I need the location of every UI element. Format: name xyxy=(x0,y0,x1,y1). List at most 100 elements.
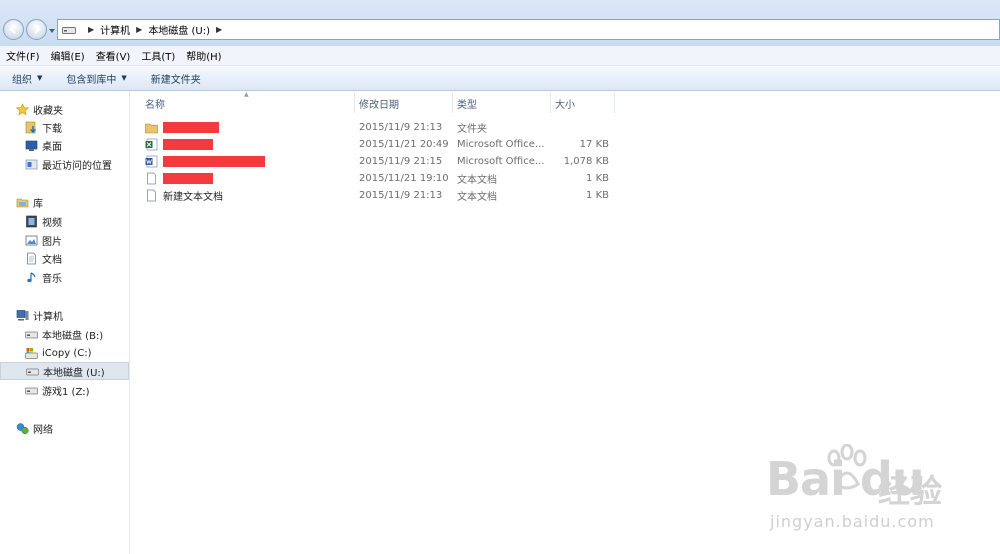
file-type: Microsoft Office... xyxy=(457,156,545,167)
desktop-icon xyxy=(25,140,38,151)
file-date: 2015/11/9 21:15 xyxy=(359,156,443,167)
nav-favorites[interactable]: 收藏夹 xyxy=(0,100,129,118)
drive-icon xyxy=(25,387,38,394)
menu-help[interactable]: 帮助(H) xyxy=(186,48,221,63)
file-row[interactable]: 2015/11/9 21:15 Microsoft Office... 1,07… xyxy=(141,153,621,170)
breadcrumb-separator-icon[interactable]: ▶ xyxy=(216,25,222,34)
new-folder-label: 新建文件夹 xyxy=(150,74,201,86)
command-bar: 组织 ▼ 包含到库中 ▼ 新建文件夹 xyxy=(0,66,1000,91)
nav-network[interactable]: 网络 xyxy=(0,419,129,437)
nav-computer[interactable]: 计算机 xyxy=(0,306,129,324)
music-note-icon xyxy=(27,271,36,282)
organize-button[interactable]: 组织 ▼ xyxy=(12,71,42,86)
nav-libraries-label: 库 xyxy=(33,198,43,210)
file-date: 2015/11/9 21:13 xyxy=(359,190,443,201)
menu-tools[interactable]: 工具(T) xyxy=(141,48,175,63)
video-icon xyxy=(26,215,37,227)
nav-item-downloads-label: 下载 xyxy=(42,123,62,135)
download-folder-icon xyxy=(25,121,37,133)
document-icon xyxy=(27,252,36,264)
column-header-size[interactable]: 大小 xyxy=(551,93,615,113)
word-icon xyxy=(145,153,159,170)
text-file-icon xyxy=(145,187,159,204)
nav-item-drive-z-label: 游戏1 (Z:) xyxy=(42,386,90,398)
nav-item-videos[interactable]: 视频 xyxy=(0,212,129,230)
menu-view[interactable]: 查看(V) xyxy=(96,48,131,63)
include-in-library-button[interactable]: 包含到库中 ▼ xyxy=(66,71,126,86)
address-input[interactable]: ▶ 计算机 ▶ 本地磁盘 (U:) ▶ xyxy=(57,19,1000,40)
column-header-type[interactable]: 类型 xyxy=(453,93,551,113)
nav-item-documents[interactable]: 文档 xyxy=(0,249,129,267)
network-icon xyxy=(16,422,29,434)
nav-item-desktop-label: 桌面 xyxy=(42,141,62,153)
forward-button[interactable] xyxy=(26,19,47,40)
redaction-mark xyxy=(163,139,213,150)
nav-favorites-label: 收藏夹 xyxy=(33,105,63,117)
file-row[interactable]: 新建文本文档 2015/11/9 21:13 文本文档 1 KB xyxy=(141,187,621,204)
nav-item-recent-places[interactable]: 最近访问的位置 xyxy=(0,155,129,173)
nav-item-drive-c-label: iCopy (C:) xyxy=(42,347,92,359)
text-file-icon xyxy=(145,170,159,187)
drive-icon xyxy=(26,368,39,375)
nav-item-drive-u[interactable]: 本地磁盘 (U:) xyxy=(0,362,129,380)
drive-icon xyxy=(62,26,76,34)
chevron-down-icon: ▼ xyxy=(37,74,43,82)
redaction-mark xyxy=(163,173,213,184)
nav-item-drive-b[interactable]: 本地磁盘 (B:) xyxy=(0,325,129,343)
file-type: 文本文档 xyxy=(457,192,497,203)
nav-libraries[interactable]: 库 xyxy=(0,193,129,211)
column-header-type-label: 类型 xyxy=(457,99,477,111)
back-button[interactable] xyxy=(3,19,24,40)
file-row[interactable]: 2015/11/21 20:49 Microsoft Office... 17 … xyxy=(141,136,621,153)
menu-bar: 文件(F) 编辑(E) 查看(V) 工具(T) 帮助(H) xyxy=(0,46,1000,66)
file-name: 新建文本文档 xyxy=(163,192,223,203)
recent-pages-dropdown-icon[interactable] xyxy=(48,27,56,35)
system-drive-icon xyxy=(25,347,38,359)
file-row[interactable]: 2015/11/21 19:10 文本文档 1 KB xyxy=(141,170,621,187)
nav-item-pictures[interactable]: 图片 xyxy=(0,231,129,249)
nav-item-downloads[interactable]: 下载 xyxy=(0,118,129,136)
column-header-size-label: 大小 xyxy=(555,99,575,111)
file-size: 1,078 KB xyxy=(563,156,609,167)
nav-item-music[interactable]: 音乐 xyxy=(0,268,129,286)
file-name xyxy=(163,136,213,153)
file-type: 文件夹 xyxy=(457,124,487,135)
breadcrumb-separator-icon[interactable]: ▶ xyxy=(88,25,94,34)
watermark-cn: 经验 xyxy=(878,472,943,510)
organize-label: 组织 xyxy=(12,74,32,86)
column-header-date-label: 修改日期 xyxy=(359,99,399,111)
file-size: 1 KB xyxy=(586,190,609,201)
picture-icon xyxy=(25,235,38,245)
new-folder-button[interactable]: 新建文件夹 xyxy=(151,71,201,86)
navigation-pane: 收藏夹 下载 桌面 最近访问的位置 库 视频 图片 文档 音乐 计算机 本地磁盘… xyxy=(0,91,130,554)
breadcrumb-drive-u[interactable]: 本地磁盘 (U:) xyxy=(148,22,210,37)
nav-item-drive-u-label: 本地磁盘 (U:) xyxy=(43,367,105,379)
recent-places-icon xyxy=(25,159,38,169)
column-header-name[interactable]: 名称 xyxy=(141,93,355,113)
file-name xyxy=(163,153,265,170)
redaction-mark xyxy=(163,122,219,133)
file-size xyxy=(551,119,609,136)
nav-item-recent-places-label: 最近访问的位置 xyxy=(42,160,112,172)
folder-icon xyxy=(145,119,159,136)
nav-item-drive-z[interactable]: 游戏1 (Z:) xyxy=(0,381,129,399)
paw-logo-icon xyxy=(827,444,867,490)
nav-network-label: 网络 xyxy=(33,424,53,436)
address-bar-area: ▶ 计算机 ▶ 本地磁盘 (U:) ▶ xyxy=(0,0,1000,46)
file-row[interactable]: 2015/11/9 21:13 文件夹 xyxy=(141,119,621,136)
nav-item-drive-b-label: 本地磁盘 (B:) xyxy=(42,330,104,342)
baidu-jingyan-watermark: Bai du 经验 jingyan.baidu.com xyxy=(766,444,990,544)
chevron-down-icon: ▼ xyxy=(121,74,127,82)
file-date: 2015/11/21 20:49 xyxy=(359,139,449,150)
file-size: 1 KB xyxy=(586,173,609,184)
breadcrumb-separator-icon[interactable]: ▶ xyxy=(136,25,142,34)
breadcrumb-computer[interactable]: 计算机 xyxy=(100,22,130,37)
star-icon xyxy=(16,102,29,115)
menu-edit[interactable]: 编辑(E) xyxy=(51,48,85,63)
menu-file[interactable]: 文件(F) xyxy=(6,48,40,63)
column-header-date[interactable]: 修改日期 xyxy=(355,93,453,113)
nav-item-drive-c[interactable]: iCopy (C:) xyxy=(0,344,129,362)
file-name xyxy=(163,119,219,136)
nav-item-desktop[interactable]: 桌面 xyxy=(0,136,129,154)
arrow-left-icon xyxy=(9,25,16,34)
